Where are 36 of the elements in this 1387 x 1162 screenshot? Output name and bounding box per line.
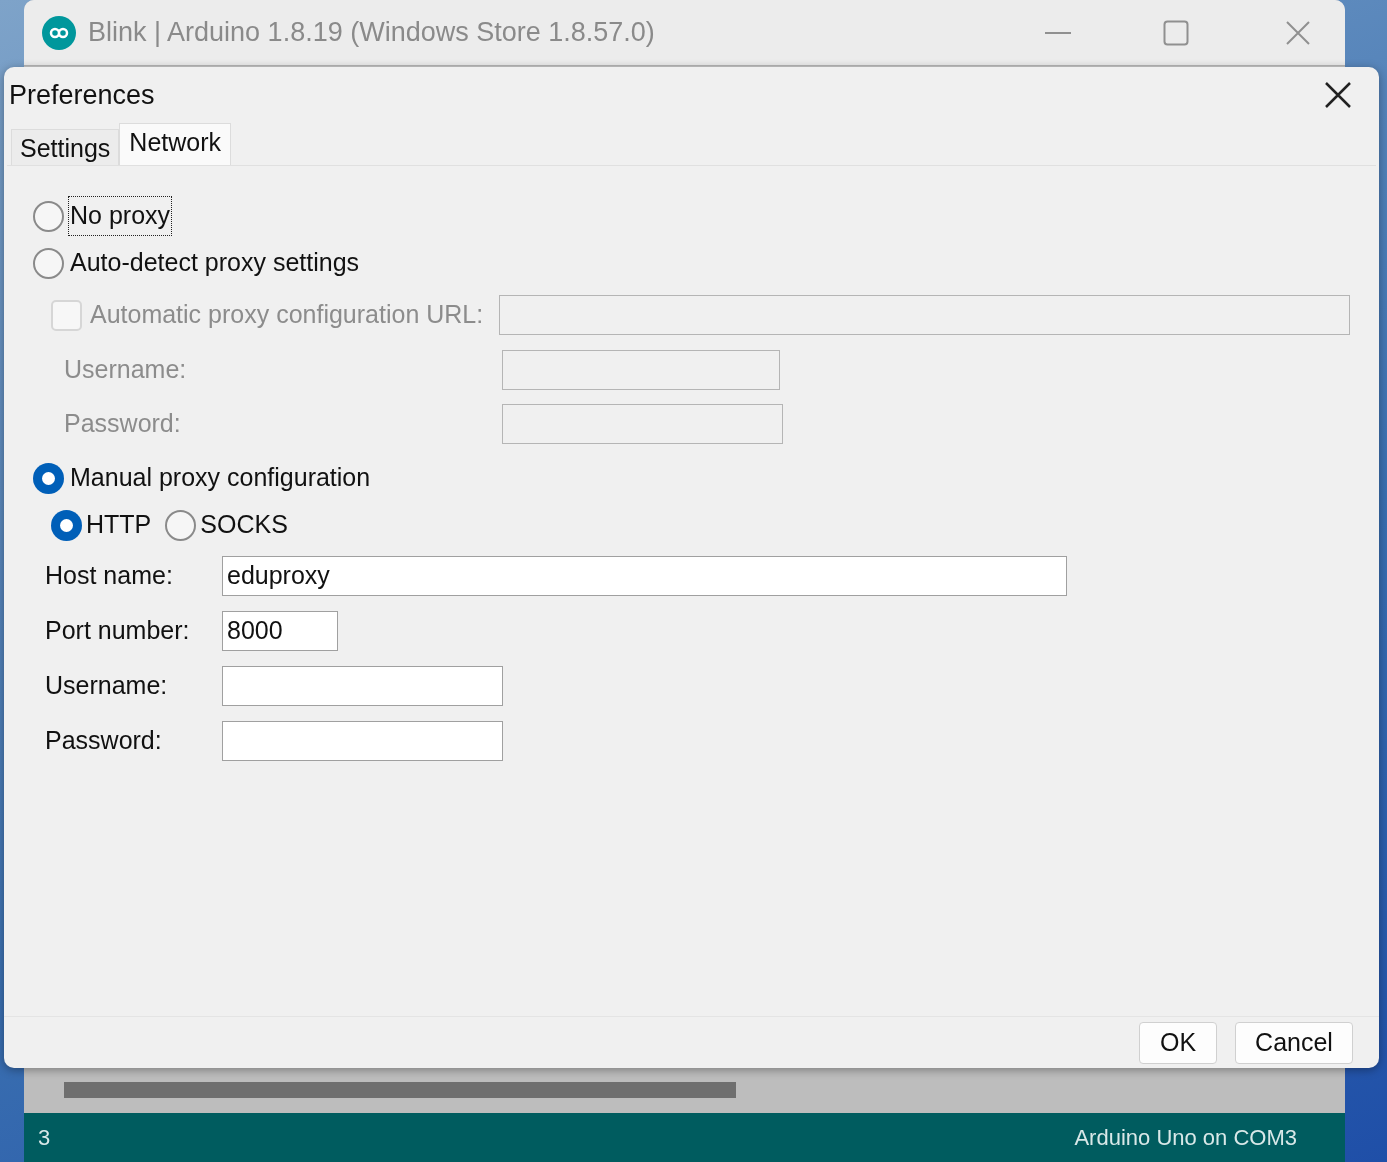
radio-button[interactable] xyxy=(51,509,82,541)
radio-button[interactable] xyxy=(165,509,197,541)
tab[interactable]: Settings xyxy=(11,129,120,165)
input-field[interactable] xyxy=(222,720,503,761)
field-label: Host name: xyxy=(45,559,174,591)
dialog-title: Preferences xyxy=(9,78,155,112)
field-label: Port number: xyxy=(45,614,191,646)
window-title: Blink | Arduino 1.8.19 (Windows Store 1.8.57.0) xyxy=(88,16,655,50)
tab[interactable]: Network xyxy=(119,123,232,165)
radio-label: Manual proxy configuration xyxy=(70,462,371,494)
input-field[interactable] xyxy=(222,665,503,706)
radio-button[interactable] xyxy=(33,247,64,279)
field-label: Password: xyxy=(45,724,163,756)
maximize-icon[interactable] xyxy=(1163,19,1189,46)
line-number: 3 xyxy=(38,1124,51,1152)
radio-button[interactable] xyxy=(33,200,64,232)
board-status: Arduino Uno on COM3 xyxy=(1074,1124,1297,1152)
radio-label: Auto-detect proxy settings xyxy=(70,247,360,279)
scrollbar-thumb[interactable] xyxy=(64,1082,736,1098)
dialog-button[interactable]: OK xyxy=(1139,1021,1217,1064)
radio-button[interactable] xyxy=(33,462,64,494)
field-label: Username: xyxy=(45,669,169,701)
input-field[interactable] xyxy=(502,404,783,444)
field-label: Username: xyxy=(64,354,188,386)
close-icon[interactable] xyxy=(1324,81,1352,109)
input-field[interactable] xyxy=(502,350,780,390)
logo-icon xyxy=(42,15,76,50)
dialog-button[interactable]: Cancel xyxy=(1235,1021,1353,1064)
field-label: Password: xyxy=(64,408,182,440)
radio-label: SOCKS xyxy=(200,509,288,541)
input-field[interactable]: 8000 xyxy=(222,610,338,651)
checkbox-label: Automatic proxy configuration URL: xyxy=(89,299,485,331)
radio-label: No proxy xyxy=(69,197,172,235)
input-field[interactable]: eduproxy xyxy=(222,555,1067,596)
radio-label: HTTP xyxy=(86,509,152,541)
url-field[interactable] xyxy=(499,295,1350,335)
